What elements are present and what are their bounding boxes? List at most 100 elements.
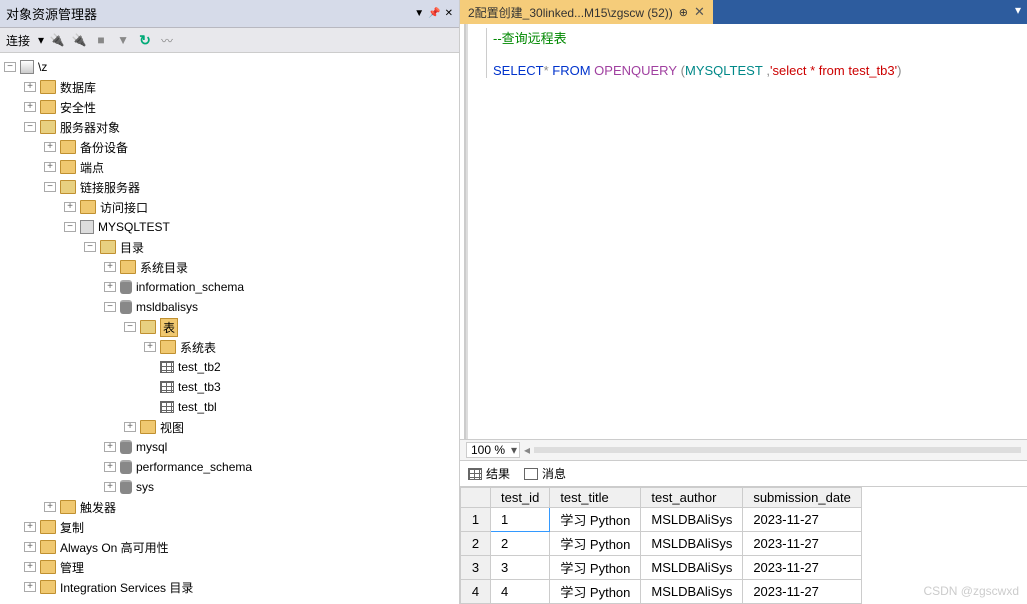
tree-mysql[interactable]: mysql (136, 440, 167, 454)
expand-icon[interactable]: + (104, 462, 116, 472)
cell[interactable]: 学习 Python (550, 532, 641, 556)
expand-icon[interactable]: + (24, 542, 36, 552)
expand-icon[interactable]: + (124, 422, 136, 432)
close-icon[interactable]: ✕ (445, 8, 453, 19)
refresh-icon[interactable]: ↻ (136, 31, 154, 49)
server-node[interactable]: \z (38, 60, 47, 74)
cell[interactable]: 学习 Python (550, 580, 641, 604)
expand-icon[interactable]: + (24, 562, 36, 572)
collapse-icon[interactable]: − (84, 242, 96, 252)
table-row[interactable]: 22学习 PythonMSLDBAliSys2023-11-27 (461, 532, 862, 556)
collapse-icon[interactable]: − (64, 222, 76, 232)
tab-menu-icon[interactable]: ▾ (1009, 0, 1027, 24)
cell[interactable]: MSLDBAliSys (641, 508, 743, 532)
tree-infoschema[interactable]: information_schema (136, 280, 244, 294)
tree-security[interactable]: 安全性 (60, 99, 96, 116)
cell[interactable]: 1 (461, 508, 491, 532)
expand-icon[interactable]: + (144, 342, 156, 352)
tree-views[interactable]: 视图 (160, 419, 184, 436)
tree-view[interactable]: − \z + 数据库 + 安全性 − 服务器对象 + 备份设备 + 端点 − 链接服务器 +… (0, 53, 459, 604)
expand-icon[interactable]: + (44, 502, 56, 512)
tree-endpoints[interactable]: 端点 (80, 159, 104, 176)
activity-icon[interactable]: 〰 (158, 31, 176, 49)
expand-icon[interactable]: + (24, 582, 36, 592)
tree-testtb2[interactable]: test_tb2 (178, 360, 221, 374)
tree-alwayson[interactable]: Always On 高可用性 (60, 539, 169, 556)
tab-results[interactable]: 结果 (464, 463, 514, 484)
tree-access[interactable]: 访问接口 (100, 199, 148, 216)
tree-systables[interactable]: 系统表 (180, 339, 216, 356)
cell[interactable]: 4 (461, 580, 491, 604)
cell[interactable]: 2023-11-27 (743, 532, 862, 556)
connect-label[interactable]: 连接 (6, 32, 30, 49)
pin-icon[interactable]: ⊕ (679, 6, 688, 19)
connect-icon[interactable]: 🔌 (48, 31, 66, 49)
tree-perfschema[interactable]: performance_schema (136, 460, 252, 474)
expand-icon[interactable]: + (44, 162, 56, 172)
filter-icon[interactable]: ▼ (114, 31, 132, 49)
col-header[interactable]: submission_date (743, 488, 862, 508)
stop-icon[interactable]: ■ (92, 31, 110, 49)
expand-icon[interactable]: + (104, 262, 116, 272)
collapse-icon[interactable]: − (104, 302, 116, 312)
cell[interactable]: 3 (491, 556, 550, 580)
tree-msldbalisys[interactable]: msldbalisys (136, 300, 198, 314)
collapse-icon[interactable]: − (4, 62, 16, 72)
cell[interactable]: MSLDBAliSys (641, 556, 743, 580)
close-icon[interactable]: ✕ (694, 4, 705, 20)
col-header[interactable]: test_id (491, 488, 550, 508)
cell[interactable]: 学习 Python (550, 508, 641, 532)
zoom-scroll-left[interactable]: ◂ (524, 443, 530, 457)
zoom-scrollbar[interactable] (534, 447, 1021, 453)
tree-triggers[interactable]: 触发器 (80, 499, 116, 516)
table-row[interactable]: 44学习 PythonMSLDBAliSys2023-11-27 (461, 580, 862, 604)
table-row[interactable]: 33学习 PythonMSLDBAliSys2023-11-27 (461, 556, 862, 580)
expand-icon[interactable]: + (24, 522, 36, 532)
pin-icon[interactable]: 📌 (428, 8, 440, 19)
tree-catalogs[interactable]: 目录 (120, 239, 144, 256)
cell[interactable]: 2 (491, 532, 550, 556)
dropdown-icon[interactable]: ▼ (414, 8, 424, 19)
tree-testtb3[interactable]: test_tb3 (178, 380, 221, 394)
cell[interactable]: 学习 Python (550, 556, 641, 580)
cell[interactable]: 2023-11-27 (743, 508, 862, 532)
tree-database[interactable]: 数据库 (60, 79, 96, 96)
collapse-icon[interactable]: − (24, 122, 36, 132)
tree-management[interactable]: 管理 (60, 559, 84, 576)
tree-syscatalogs[interactable]: 系统目录 (140, 259, 188, 276)
collapse-icon[interactable]: − (124, 322, 136, 332)
expand-icon[interactable]: + (24, 82, 36, 92)
cell[interactable]: 3 (461, 556, 491, 580)
cell[interactable]: MSLDBAliSys (641, 532, 743, 556)
tree-backup[interactable]: 备份设备 (80, 139, 128, 156)
expand-icon[interactable]: + (24, 102, 36, 112)
expand-icon[interactable]: + (44, 142, 56, 152)
cell[interactable]: 1 (491, 508, 550, 532)
col-header[interactable]: test_title (550, 488, 641, 508)
sql-editor[interactable]: --查询远程表 SELECT* FROM OPENQUERY (MYSQLTES… (464, 24, 1027, 439)
collapse-icon[interactable]: − (44, 182, 56, 192)
tree-mysqltest[interactable]: MYSQLTEST (98, 220, 170, 234)
expand-icon[interactable]: + (104, 442, 116, 452)
cell[interactable]: 2023-11-27 (743, 556, 862, 580)
tab-active[interactable]: 2配置创建_30linked...M15\zgscw (52)) ⊕ ✕ (460, 0, 713, 24)
tree-replication[interactable]: 复制 (60, 519, 84, 536)
table-row[interactable]: 11学习 PythonMSLDBAliSys2023-11-27 (461, 508, 862, 532)
tab-messages[interactable]: 消息 (520, 463, 570, 484)
col-header[interactable]: test_author (641, 488, 743, 508)
cell[interactable]: 4 (491, 580, 550, 604)
cell[interactable]: 2023-11-27 (743, 580, 862, 604)
cell[interactable]: MSLDBAliSys (641, 580, 743, 604)
col-header[interactable] (461, 488, 491, 508)
tree-testtbl[interactable]: test_tbl (178, 400, 217, 414)
disconnect-icon[interactable]: 🔌 (70, 31, 88, 49)
expand-icon[interactable]: + (64, 202, 76, 212)
tree-linked-servers[interactable]: 链接服务器 (80, 179, 140, 196)
tree-server-objects[interactable]: 服务器对象 (60, 119, 120, 136)
tree-iscatalogs[interactable]: Integration Services 目录 (60, 579, 193, 596)
tree-sys[interactable]: sys (136, 480, 154, 494)
zoom-dropdown[interactable]: 100 % (466, 442, 520, 458)
expand-icon[interactable]: + (104, 282, 116, 292)
expand-icon[interactable]: + (104, 482, 116, 492)
cell[interactable]: 2 (461, 532, 491, 556)
